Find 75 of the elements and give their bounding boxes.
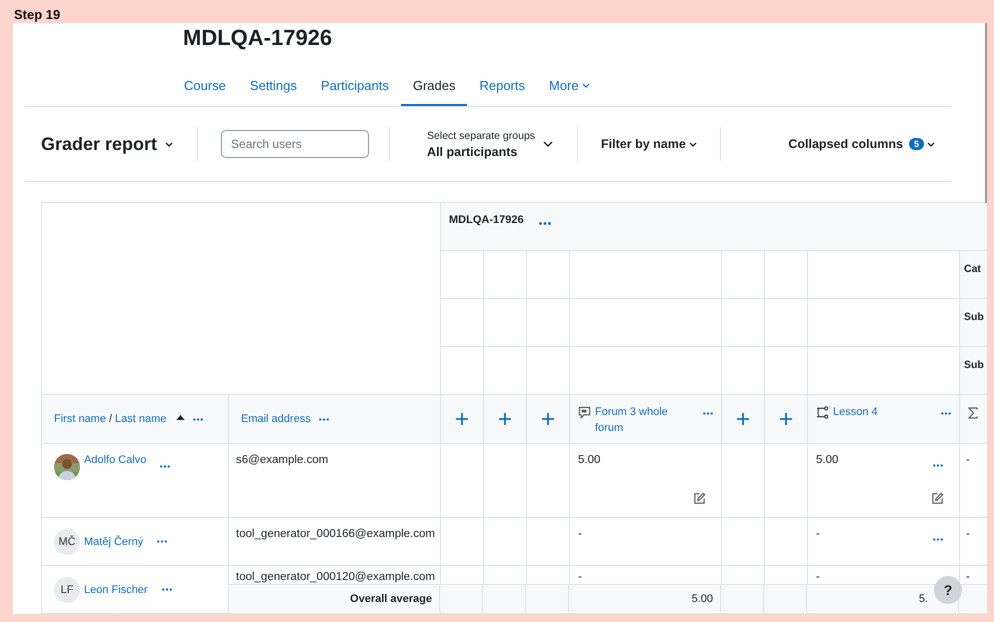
- sort-ascending-icon: [176, 414, 186, 420]
- category-name: MDLQA-17926: [449, 214, 524, 226]
- nav-tab[interactable]: Grades: [400, 66, 468, 106]
- grade-value: 5.00: [578, 454, 600, 466]
- route-icon: [816, 406, 829, 419]
- more-icon[interactable]: [703, 412, 713, 415]
- edit-icon[interactable]: [693, 492, 706, 505]
- category-cell: Sub: [960, 299, 987, 347]
- expand-column-icon[interactable]: [499, 413, 511, 425]
- edit-icon[interactable]: [931, 492, 944, 505]
- nav-tab[interactable]: More: [537, 66, 602, 106]
- grade-value: -: [816, 571, 820, 583]
- collapsed-columns-button[interactable]: Collapsed columns 5: [788, 137, 935, 151]
- nav-tab[interactable]: Participants: [308, 66, 401, 106]
- category-cell: Sub: [960, 347, 987, 395]
- average-value: 5.: [918, 592, 928, 604]
- caret-icon: [582, 83, 590, 88]
- table-cell: [441, 518, 484, 566]
- caret-icon: [543, 141, 554, 147]
- table-cell: [484, 299, 527, 347]
- grade-value: -: [966, 454, 970, 466]
- nav-tab[interactable]: Settings: [238, 66, 309, 106]
- caret-icon: [688, 142, 697, 146]
- more-icon[interactable]: [157, 540, 168, 543]
- help-button[interactable]: ?: [934, 576, 962, 604]
- category-cell: Cat: [960, 251, 987, 299]
- table-cell: [765, 299, 808, 347]
- average-value: 5.00: [692, 592, 713, 604]
- table-cell: [441, 299, 484, 347]
- avatar: MČ: [54, 528, 80, 554]
- step-label: Step 19: [14, 7, 60, 22]
- more-icon[interactable]: [318, 418, 329, 420]
- email-cell: s6@example.com: [229, 444, 441, 518]
- caret-icon: [927, 142, 935, 146]
- nav-tab[interactable]: Reports: [467, 66, 537, 106]
- expand-column-icon[interactable]: [780, 413, 792, 425]
- filter-by-name-button[interactable]: Filter by name: [601, 137, 697, 151]
- report-selector[interactable]: Grader report: [41, 134, 174, 154]
- table-cell: [527, 299, 570, 347]
- group-selector[interactable]: Select separate groups All participants: [403, 130, 564, 158]
- table-cell: [722, 299, 765, 347]
- caret-icon: [165, 142, 174, 146]
- grade-value: -: [578, 528, 582, 540]
- more-icon[interactable]: [933, 538, 943, 541]
- user-name-link[interactable]: Adolfo Calvo: [84, 454, 146, 466]
- more-icon[interactable]: [538, 222, 551, 225]
- grade-item-link[interactable]: Lesson 4: [833, 404, 913, 420]
- speech-bubble-icon: [578, 406, 591, 419]
- grade-value: -: [966, 528, 970, 540]
- search-field[interactable]: Search users: [221, 130, 370, 158]
- first-name-sort-link[interactable]: First name: [54, 413, 106, 425]
- table-cell: [484, 518, 527, 566]
- expand-column-icon[interactable]: [542, 413, 554, 425]
- footer-label: Overall average: [228, 585, 440, 612]
- last-name-sort-link[interactable]: Last name: [115, 413, 166, 425]
- grade-value: -: [578, 571, 582, 583]
- more-icon[interactable]: [933, 464, 943, 467]
- sigma-icon: [968, 407, 978, 419]
- more-icon[interactable]: [193, 418, 204, 420]
- more-icon[interactable]: [160, 465, 170, 468]
- more-icon[interactable]: [941, 412, 951, 415]
- more-icon[interactable]: [162, 588, 172, 591]
- expand-column-icon[interactable]: [737, 413, 749, 425]
- grade-value: -: [816, 528, 820, 540]
- nav-tab[interactable]: Course: [172, 66, 238, 106]
- separator-text: /: [108, 413, 112, 425]
- user-name-link[interactable]: Leon Fischer: [84, 584, 148, 596]
- grade-value: -: [966, 571, 970, 583]
- grade-value: 5.00: [816, 454, 838, 466]
- email-sort-link[interactable]: Email address: [241, 413, 311, 425]
- avatar: LF: [54, 576, 80, 602]
- course-title: MDLQA-17926: [183, 25, 332, 51]
- user-name-link[interactable]: Matěj Černý: [84, 536, 144, 548]
- expand-column-icon[interactable]: [456, 413, 468, 425]
- email-cell: tool_generator_000166@example.com: [229, 518, 441, 566]
